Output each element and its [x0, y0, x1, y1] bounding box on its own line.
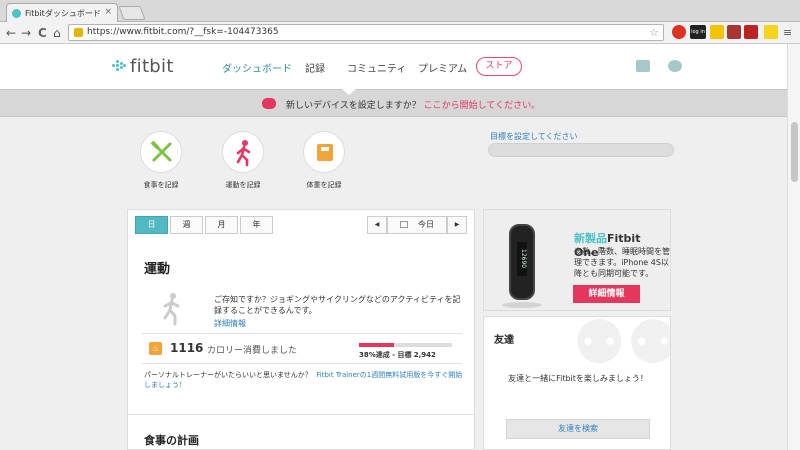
promo-details-button[interactable]: 詳細情報 [573, 285, 640, 303]
today-button[interactable]: 今日 [387, 216, 447, 234]
banner-text: 新しいデバイスを設定しますか？ [286, 101, 421, 111]
friends-title: 友達 [494, 335, 514, 346]
address-bar[interactable]: https://www.fitbit.com/?__fsk=-104473365… [68, 24, 664, 41]
caret-icon [342, 89, 356, 95]
scrollbar[interactable] [787, 44, 800, 450]
calorie-goal-value: 2,942 [413, 351, 436, 359]
log-weight-shortcut[interactable]: 体重を記録 [294, 131, 354, 190]
calorie-goal-progress-fill [359, 343, 395, 347]
divider [128, 414, 474, 415]
gmail-icon[interactable] [744, 25, 758, 39]
fork-knife-icon [140, 131, 182, 173]
exercise-title: 運動 [144, 262, 171, 277]
url-text: https://www.fitbit.com/?__fsk=-104473365 [87, 27, 279, 37]
nav-dashboard[interactable]: ダッシュボード [222, 60, 292, 75]
period-day-button[interactable]: 日 [135, 216, 168, 234]
activity-card: 日 週 月 年 ◀ 今日 ▶ 運動 ご存知ですか？ジョギングやサイクリングなどの… [127, 209, 475, 450]
period-month-button[interactable]: 月 [205, 216, 238, 234]
flame-icon: ♨ [149, 342, 162, 355]
divider [142, 363, 462, 364]
period-week-button[interactable]: 週 [170, 216, 203, 234]
lock-icon [74, 28, 83, 37]
friends-message: 友達と一緒にFitbitを楽しみましょう！ [508, 374, 648, 383]
browser-toolbar: ← → C ⌂ https://www.fitbit.com/?__fsk=-1… [0, 22, 800, 44]
fitbit-one-promo: 12690 新製品Fitbit One™ 歩数、階数、睡眠時間を管理できます。i… [483, 209, 671, 311]
log-food-label: 食事を記録 [143, 181, 179, 189]
messages-icon[interactable] [636, 60, 650, 72]
exercise-more-link[interactable]: 詳細情報 [214, 318, 246, 329]
banner-link[interactable]: ここから開始してください。 [424, 101, 540, 111]
tracker-image: 12690 [509, 224, 535, 300]
log-exercise-shortcut[interactable]: 運動を記録 [213, 131, 273, 190]
goal-progress-bar [488, 143, 674, 157]
extension-icon[interactable] [710, 25, 724, 39]
menu-icon[interactable]: ≡ [783, 25, 792, 41]
browser-tab[interactable]: Fitbitダッシュボード × [6, 3, 118, 22]
runner-icon [222, 131, 264, 173]
device-setup-banner: 新しいデバイスを設定しますか？ ここから開始してください。 [0, 89, 787, 117]
food-plan-title: 食事の計画 [144, 434, 199, 447]
adblock-icon[interactable] [672, 25, 686, 39]
page-content: fitbit ダッシュボード 記録 コミュニティ プレミアム ストア 新しいデバ… [0, 44, 800, 450]
tracker-shadow [502, 302, 542, 308]
calorie-goal-label: 38%達成 - 目標 2,942 [359, 351, 436, 359]
exercise-info-text: ご存知ですか？ジョギングやサイクリングなどのアクティビティを記録することができる… [214, 295, 461, 315]
fitbit-logo-icon [112, 59, 126, 73]
log-weight-label: 体重を記録 [306, 181, 342, 189]
login-extension-icon[interactable]: log in [690, 25, 706, 39]
device-icon [262, 98, 276, 109]
close-tab-icon[interactable]: × [104, 7, 112, 17]
scrollbar-thumb[interactable] [791, 122, 798, 182]
friends-card: ⚉⚉ 友達 友達と一緒にFitbitを楽しみましょう！ 友達を検索 [483, 316, 671, 450]
period-year-button[interactable]: 年 [240, 216, 273, 234]
promo-description: 歩数、階数、睡眠時間を管理できます。iPhone 4S以降とも同期可能です。 [574, 247, 670, 278]
find-friends-button[interactable]: 友達を検索 [506, 419, 650, 439]
new-tab-button[interactable] [118, 6, 146, 20]
forward-icon[interactable]: → [21, 25, 31, 41]
trainer-promo: パーソナルトレーナーがいたらいいと思いませんか？ Fitbit Trainerの… [144, 370, 464, 390]
friends-decoration-icon: ⚉⚉ [572, 316, 671, 378]
nav-premium[interactable]: プレミアム [418, 60, 467, 75]
calorie-goal-progress [359, 343, 452, 347]
prev-date-button[interactable]: ◀ [367, 216, 387, 234]
runner-placeholder-icon [163, 293, 180, 326]
divider [142, 333, 462, 334]
fitbit-logo[interactable]: fitbit [112, 56, 174, 77]
gear-icon[interactable] [668, 60, 682, 72]
fitbit-favicon-icon [12, 9, 21, 18]
store-button[interactable]: ストア [476, 57, 522, 76]
browser-tab-strip: Fitbitダッシュボード × [0, 0, 800, 22]
calories-burned-label: カロリー消費しました [207, 346, 298, 356]
extension-icon[interactable] [727, 25, 741, 39]
next-date-button[interactable]: ▶ [447, 216, 467, 234]
nav-log[interactable]: 記録 [305, 60, 325, 75]
set-goal-link[interactable]: 目標を設定してください [490, 131, 578, 142]
log-exercise-label: 運動を記録 [225, 181, 261, 189]
calendar-icon [400, 221, 408, 228]
site-header: fitbit ダッシュボード 記録 コミュニティ プレミアム ストア [0, 44, 787, 89]
back-icon[interactable]: ← [6, 25, 16, 41]
bookmark-star-icon[interactable]: ☆ [649, 26, 659, 39]
browser-tab-title: Fitbitダッシュボード [25, 9, 101, 18]
nav-community[interactable]: コミュニティ [347, 60, 406, 75]
calories-burned-value: 1116 [170, 341, 204, 355]
extension-icon[interactable] [764, 25, 778, 39]
home-icon[interactable]: ⌂ [53, 25, 61, 41]
tracker-screen: 12690 [517, 242, 527, 276]
reload-icon[interactable]: C [38, 25, 47, 41]
trainer-text: パーソナルトレーナーがいたらいいと思いませんか？ [144, 371, 312, 379]
scale-icon [303, 131, 345, 173]
log-food-shortcut[interactable]: 食事を記録 [131, 131, 191, 190]
